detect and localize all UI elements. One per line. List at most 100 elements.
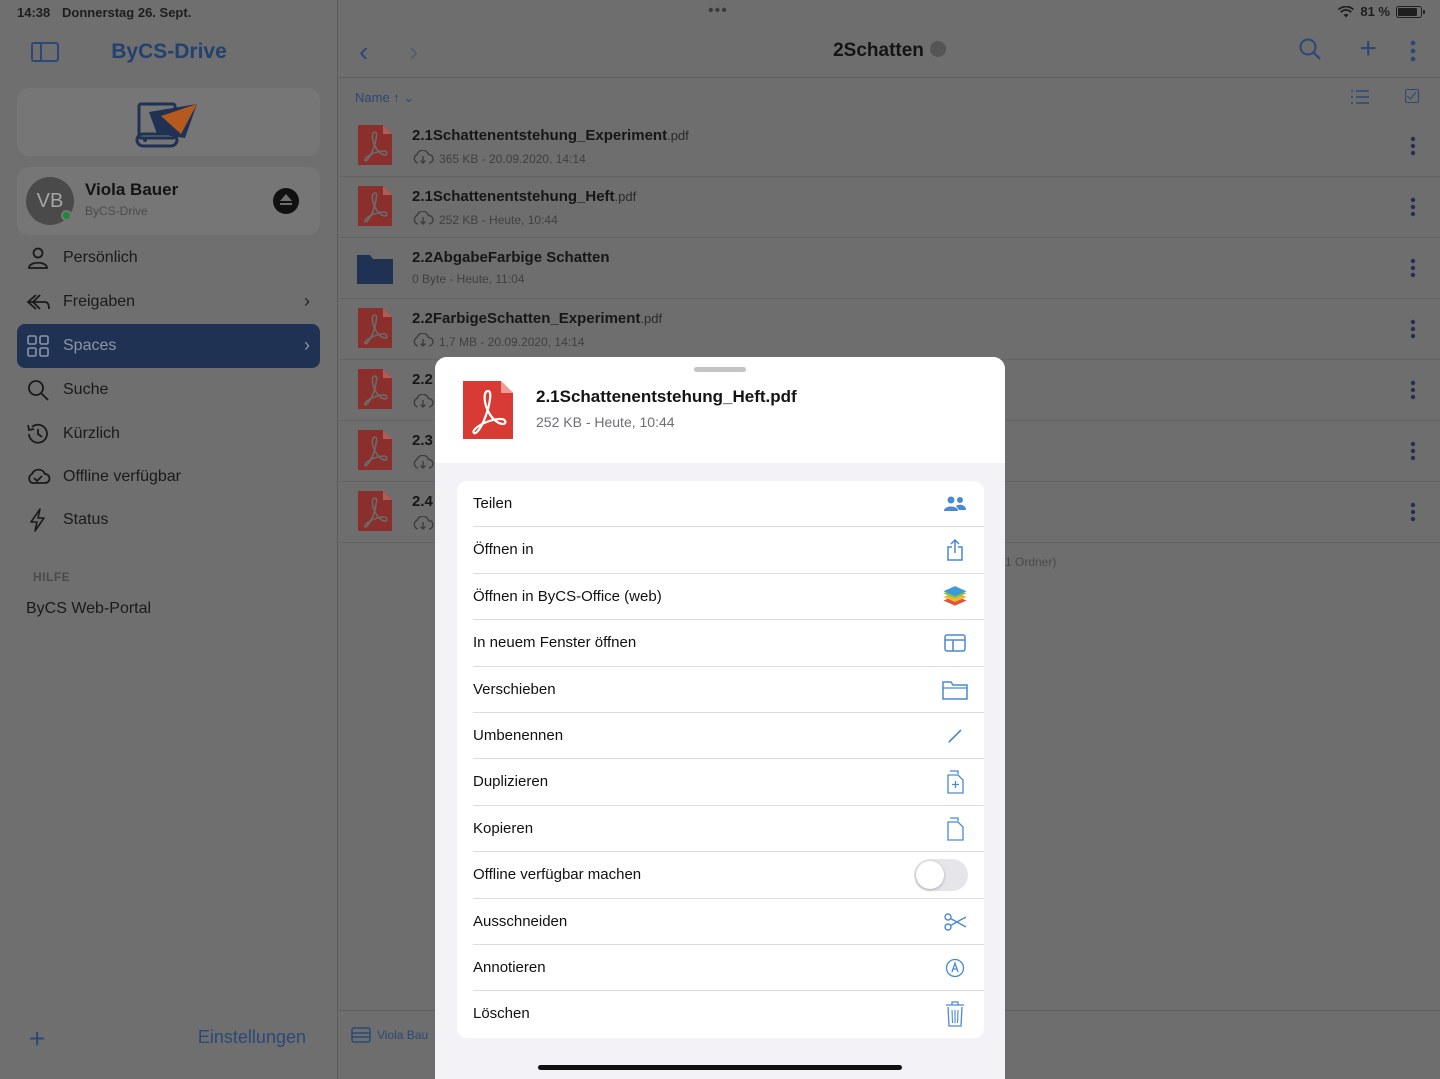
file-row[interactable]: 2.2FarbigeSchatten_Experiment.pdf 1,7 MB …: [339, 299, 1440, 360]
office-layers-icon: [942, 584, 968, 610]
sidebar-item-label: Freigaben: [63, 293, 136, 310]
sidebar-item-label: Kürzlich: [63, 425, 120, 442]
battery-percent: 81 %: [1360, 4, 1390, 19]
sidebar-item-kuerzlich[interactable]: Kürzlich: [17, 412, 320, 456]
bottom-account[interactable]: Viola Bau: [351, 1027, 428, 1043]
multitask-dots[interactable]: •••: [708, 2, 728, 20]
select-checkbox-icon[interactable]: [1405, 89, 1419, 103]
grid-icon: [27, 335, 49, 357]
action-label: Löschen: [473, 1005, 530, 1023]
file-row[interactable]: 2.1Schattenentstehung_Heft.pdf 252 KB - H…: [339, 177, 1440, 238]
app-title: ByCS-Drive: [111, 40, 227, 63]
action-annotieren[interactable]: Annotieren: [473, 945, 984, 992]
action-label: Umbenennen: [473, 726, 564, 744]
bolt-icon: [30, 508, 45, 532]
sheet-grabber[interactable]: [694, 367, 746, 372]
sidebar-item-label: Offline verfügbar: [63, 468, 181, 485]
sheet-header: 2.1Schattenentstehung_Heft.pdf 252 KB - …: [435, 357, 1005, 463]
file-meta: 252 KB - Heute, 10:44: [412, 210, 558, 228]
list-view-icon[interactable]: [1350, 89, 1370, 105]
file-meta: 0 Byte - Heute, 11:04: [412, 272, 525, 286]
folder-icon: [357, 252, 393, 292]
more-vertical-icon[interactable]: [1410, 258, 1416, 278]
eject-icon[interactable]: [273, 188, 299, 214]
action-offline[interactable]: Offline verfügbar machen: [473, 852, 984, 899]
action-kopieren[interactable]: Kopieren: [473, 806, 984, 853]
action-label: Annotieren: [473, 958, 546, 976]
sidebar-item-freigaben[interactable]: Freigaben ›: [17, 280, 320, 324]
more-vertical-icon[interactable]: [1410, 40, 1416, 62]
action-label: Ausschneiden: [473, 912, 568, 930]
sidebar-item-status[interactable]: Status: [17, 498, 320, 542]
file-name-base: 2.2FarbigeSchatten_Experiment: [412, 310, 641, 327]
bottom-account-label: Viola Bau: [377, 1028, 429, 1042]
action-duplizieren[interactable]: Duplizieren: [473, 759, 984, 806]
chevron-down-icon: ⌄: [403, 90, 415, 105]
sidebar-item-label: Persönlich: [63, 249, 138, 266]
logo-card: [17, 88, 320, 156]
file-name-base: 2.1Schattenentstehung_Experiment: [412, 127, 668, 144]
more-vertical-icon[interactable]: [1410, 136, 1416, 156]
action-umbenennen[interactable]: Umbenennen: [473, 713, 984, 760]
action-oeffnen-office[interactable]: Öffnen in ByCS-Office (web): [473, 574, 984, 621]
sidebar-item-label: Spaces: [63, 337, 117, 354]
sidebar-item-spaces[interactable]: Spaces ›: [17, 324, 320, 368]
folder-icon: [942, 677, 968, 703]
file-name: 2.1Schattenentstehung_Heft.pdf: [412, 188, 636, 205]
file-name: 2.2AbgabeFarbige Schatten: [412, 249, 610, 266]
sidebar-item-offline[interactable]: Offline verfügbar: [17, 455, 320, 499]
action-teilen[interactable]: Teilen: [473, 481, 984, 528]
person-icon: [28, 247, 48, 269]
copy-icon: [942, 816, 968, 842]
chevron-right-icon: ›: [304, 335, 310, 355]
file-row[interactable]: 2.1Schattenentstehung_Experiment.pdf 365 …: [339, 116, 1440, 177]
folder-title[interactable]: 2Schatten: [339, 40, 1440, 62]
pdf-file-icon: [358, 186, 392, 226]
file-row[interactable]: 2.2AbgabeFarbige Schatten 0 Byte - Heute,…: [339, 238, 1440, 299]
action-label: Offline verfügbar machen: [473, 866, 642, 884]
online-status-dot: [61, 210, 72, 221]
offline-toggle[interactable]: [914, 859, 968, 892]
action-loeschen[interactable]: Löschen: [473, 991, 984, 1037]
pdf-file-icon: [358, 308, 392, 348]
sidebar-item-label: Status: [63, 511, 109, 528]
more-vertical-icon[interactable]: [1410, 380, 1416, 400]
cloud-check-icon: [28, 468, 51, 484]
file-actions-sheet: 2.1Schattenentstehung_Heft.pdf 252 KB - …: [435, 357, 1005, 1079]
add-icon[interactable]: +: [1359, 32, 1377, 66]
more-vertical-icon[interactable]: [1410, 502, 1416, 522]
file-meta-text: 252 KB - Heute, 10:44: [439, 212, 558, 227]
share-icon: [26, 294, 50, 310]
settings-button[interactable]: Einstellungen: [198, 1027, 306, 1048]
action-verschieben[interactable]: Verschieben: [473, 667, 984, 713]
cloud-download-icon: [412, 515, 434, 533]
help-section-header: HILFE: [33, 570, 71, 584]
account-card[interactable]: VB Viola Bauer ByCS-Drive: [17, 167, 320, 235]
pdf-file-icon: [358, 430, 392, 470]
action-neues-fenster[interactable]: In neuem Fenster öffnen: [473, 620, 984, 667]
web-portal-link[interactable]: ByCS Web-Portal: [26, 600, 151, 618]
more-vertical-icon[interactable]: [1410, 441, 1416, 461]
annotate-icon: [942, 955, 968, 981]
action-label: Öffnen in ByCS-Office (web): [473, 587, 662, 605]
pencil-icon: [942, 723, 968, 749]
scissors-icon: [942, 909, 968, 935]
more-vertical-icon[interactable]: [1410, 197, 1416, 217]
sidebar-item-persoenlich[interactable]: Persönlich: [17, 236, 320, 280]
action-label: In neuem Fenster öffnen: [473, 634, 637, 652]
file-name-base: 2.4: [412, 493, 433, 510]
action-ausschneiden[interactable]: Ausschneiden: [473, 899, 984, 945]
sidebar-item-suche[interactable]: Suche: [17, 368, 320, 412]
pdf-file-icon: [463, 381, 513, 439]
action-oeffnen-in[interactable]: Öffnen in: [473, 527, 984, 574]
pdf-file-icon: [358, 369, 392, 409]
search-icon[interactable]: [1299, 38, 1321, 60]
file-extension: .pdf: [667, 128, 689, 143]
toolbar: ‹ › 2Schatten +: [339, 26, 1440, 78]
file-extension: .pdf: [614, 189, 637, 204]
sort-button[interactable]: Name ↑ ⌄: [355, 90, 414, 106]
add-account-button[interactable]: +: [29, 1023, 45, 1055]
share-out-icon: [942, 537, 968, 563]
file-meta-text: 1,7 MB - 20.09.2020, 14:14: [439, 334, 585, 349]
more-vertical-icon[interactable]: [1410, 319, 1416, 339]
